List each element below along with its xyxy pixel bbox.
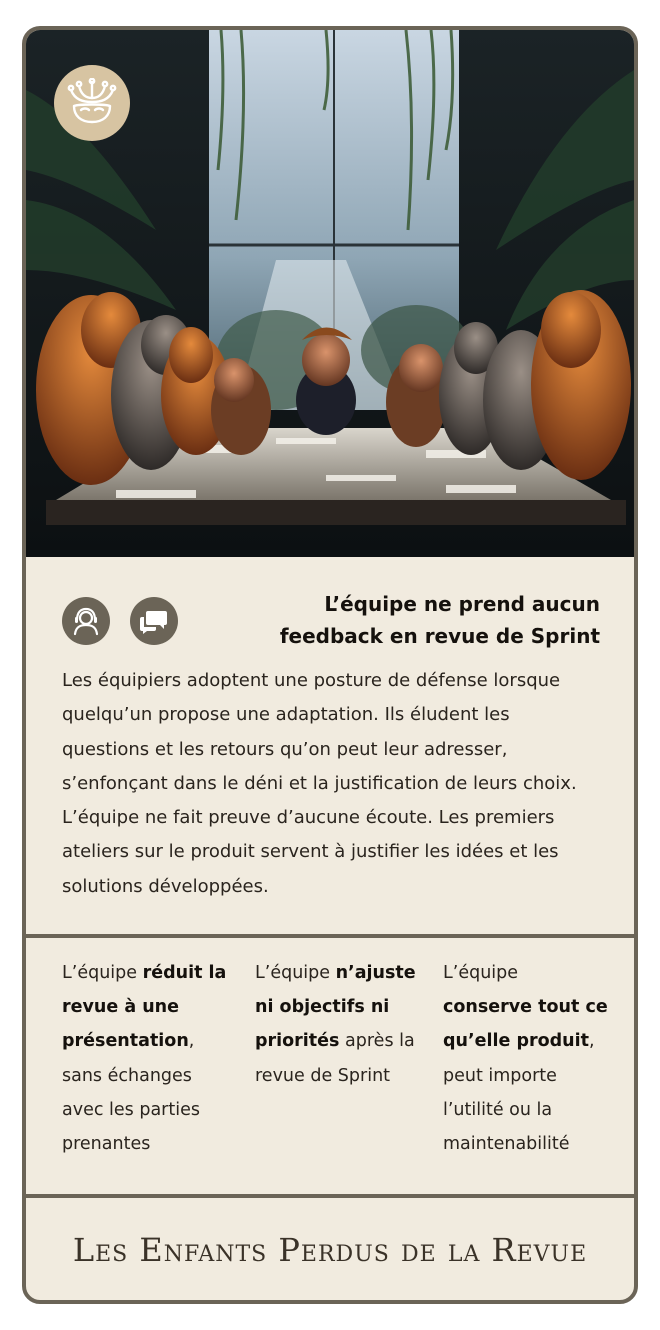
card-description: Les équipiers adoptent une posture de dé… [62, 670, 577, 897]
jester-mask-icon [54, 65, 130, 141]
symptom-3: L’équipe conserve tout ce qu’elle produi… [443, 963, 608, 1155]
symptom-1: L’équipe réduit la revue à une présentat… [62, 963, 227, 1155]
symptoms-section: L’équipe réduit la revue à une présentat… [26, 938, 634, 1194]
card-title: L’équipe ne prend aucun feedback en revu… [279, 592, 600, 648]
symptom-2: L’équipe n’ajuste ni objectifs ni priori… [255, 963, 416, 1086]
card: L’équipe ne prend aucun feedback en revu… [22, 26, 638, 1304]
description-section: L’équipe ne prend aucun feedback en revu… [26, 557, 634, 934]
card-footer-title: Les Enfants Perdus de la Revue [72, 1231, 588, 1269]
chat-bubbles-icon [130, 597, 178, 645]
user-headset-icon [62, 597, 110, 645]
